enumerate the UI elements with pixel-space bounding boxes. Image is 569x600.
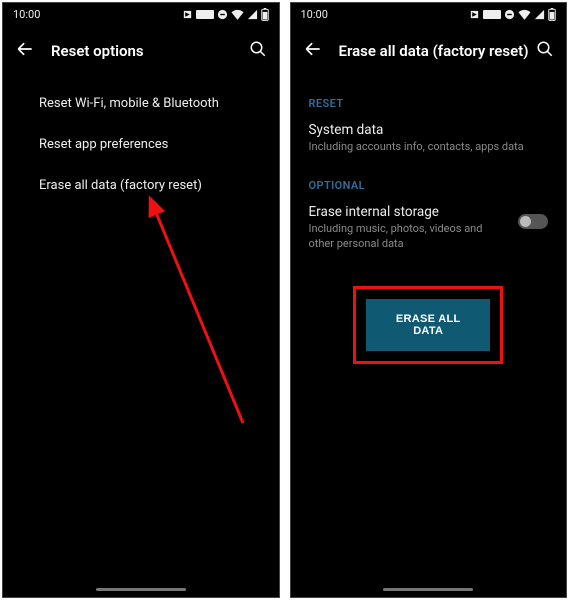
clock: 10:00 (301, 8, 328, 21)
clock: 10:00 (13, 8, 40, 21)
status-icons (469, 8, 556, 21)
page-title: Reset options (51, 42, 245, 60)
phone-right: 10:00 Erase all data (factory reset) RES… (290, 2, 568, 598)
signal-icon (534, 9, 545, 20)
wifi-icon (518, 9, 531, 20)
list-item-label: Reset Wi-Fi, mobile & Bluetooth (39, 96, 219, 111)
reset-app-prefs-option[interactable]: Reset app preferences (3, 124, 279, 165)
erase-all-data-button[interactable]: ERASE ALL DATA (366, 299, 490, 351)
row-subtitle: Including accounts info, contacts, apps … (309, 140, 549, 155)
options-list: Reset Wi-Fi, mobile & Bluetooth Reset ap… (3, 77, 279, 206)
vibrate-icon (196, 10, 214, 19)
section-optional: OPTIONAL (291, 165, 567, 198)
status-bar: 10:00 (291, 3, 567, 25)
row-subtitle: Including music, photos, videos and othe… (309, 222, 511, 252)
system-data-row[interactable]: System data Including accounts info, con… (291, 116, 567, 165)
dnd-icon (504, 9, 515, 20)
battery-icon (548, 8, 556, 21)
dnd-icon (217, 9, 228, 20)
battery-icon (261, 8, 269, 21)
status-icons (182, 8, 269, 21)
back-icon[interactable] (303, 39, 325, 63)
erase-all-data-option[interactable]: Erase all data (factory reset) (3, 165, 279, 206)
home-indicator[interactable] (383, 588, 473, 591)
erase-storage-row[interactable]: Erase internal storage Including music, … (291, 198, 567, 262)
row-title: System data (309, 122, 549, 138)
wifi-icon (231, 9, 244, 20)
search-icon[interactable] (532, 40, 554, 62)
list-item-label: Reset app preferences (39, 137, 168, 152)
row-title: Erase internal storage (309, 204, 511, 220)
reset-wifi-option[interactable]: Reset Wi-Fi, mobile & Bluetooth (3, 83, 279, 124)
home-indicator[interactable] (96, 588, 186, 591)
title-bar: Reset options (3, 25, 279, 77)
annotation-highlight: ERASE ALL DATA (353, 286, 503, 364)
page-title: Erase all data (factory reset) (339, 42, 533, 60)
erase-storage-toggle[interactable] (518, 214, 548, 229)
status-bar: 10:00 (3, 3, 279, 25)
section-reset: RESET (291, 83, 567, 116)
nfc-icon (182, 9, 193, 20)
phone-left: 10:00 Reset options Reset Wi-Fi, mobile … (2, 2, 280, 598)
button-label: ERASE ALL DATA (396, 313, 461, 337)
list-item-label: Erase all data (factory reset) (39, 178, 202, 193)
vibrate-icon (483, 10, 501, 19)
signal-icon (247, 9, 258, 20)
title-bar: Erase all data (factory reset) (291, 25, 567, 77)
nfc-icon (469, 9, 480, 20)
back-icon[interactable] (15, 39, 37, 63)
search-icon[interactable] (245, 40, 267, 62)
erase-content: RESET System data Including accounts inf… (291, 77, 567, 364)
